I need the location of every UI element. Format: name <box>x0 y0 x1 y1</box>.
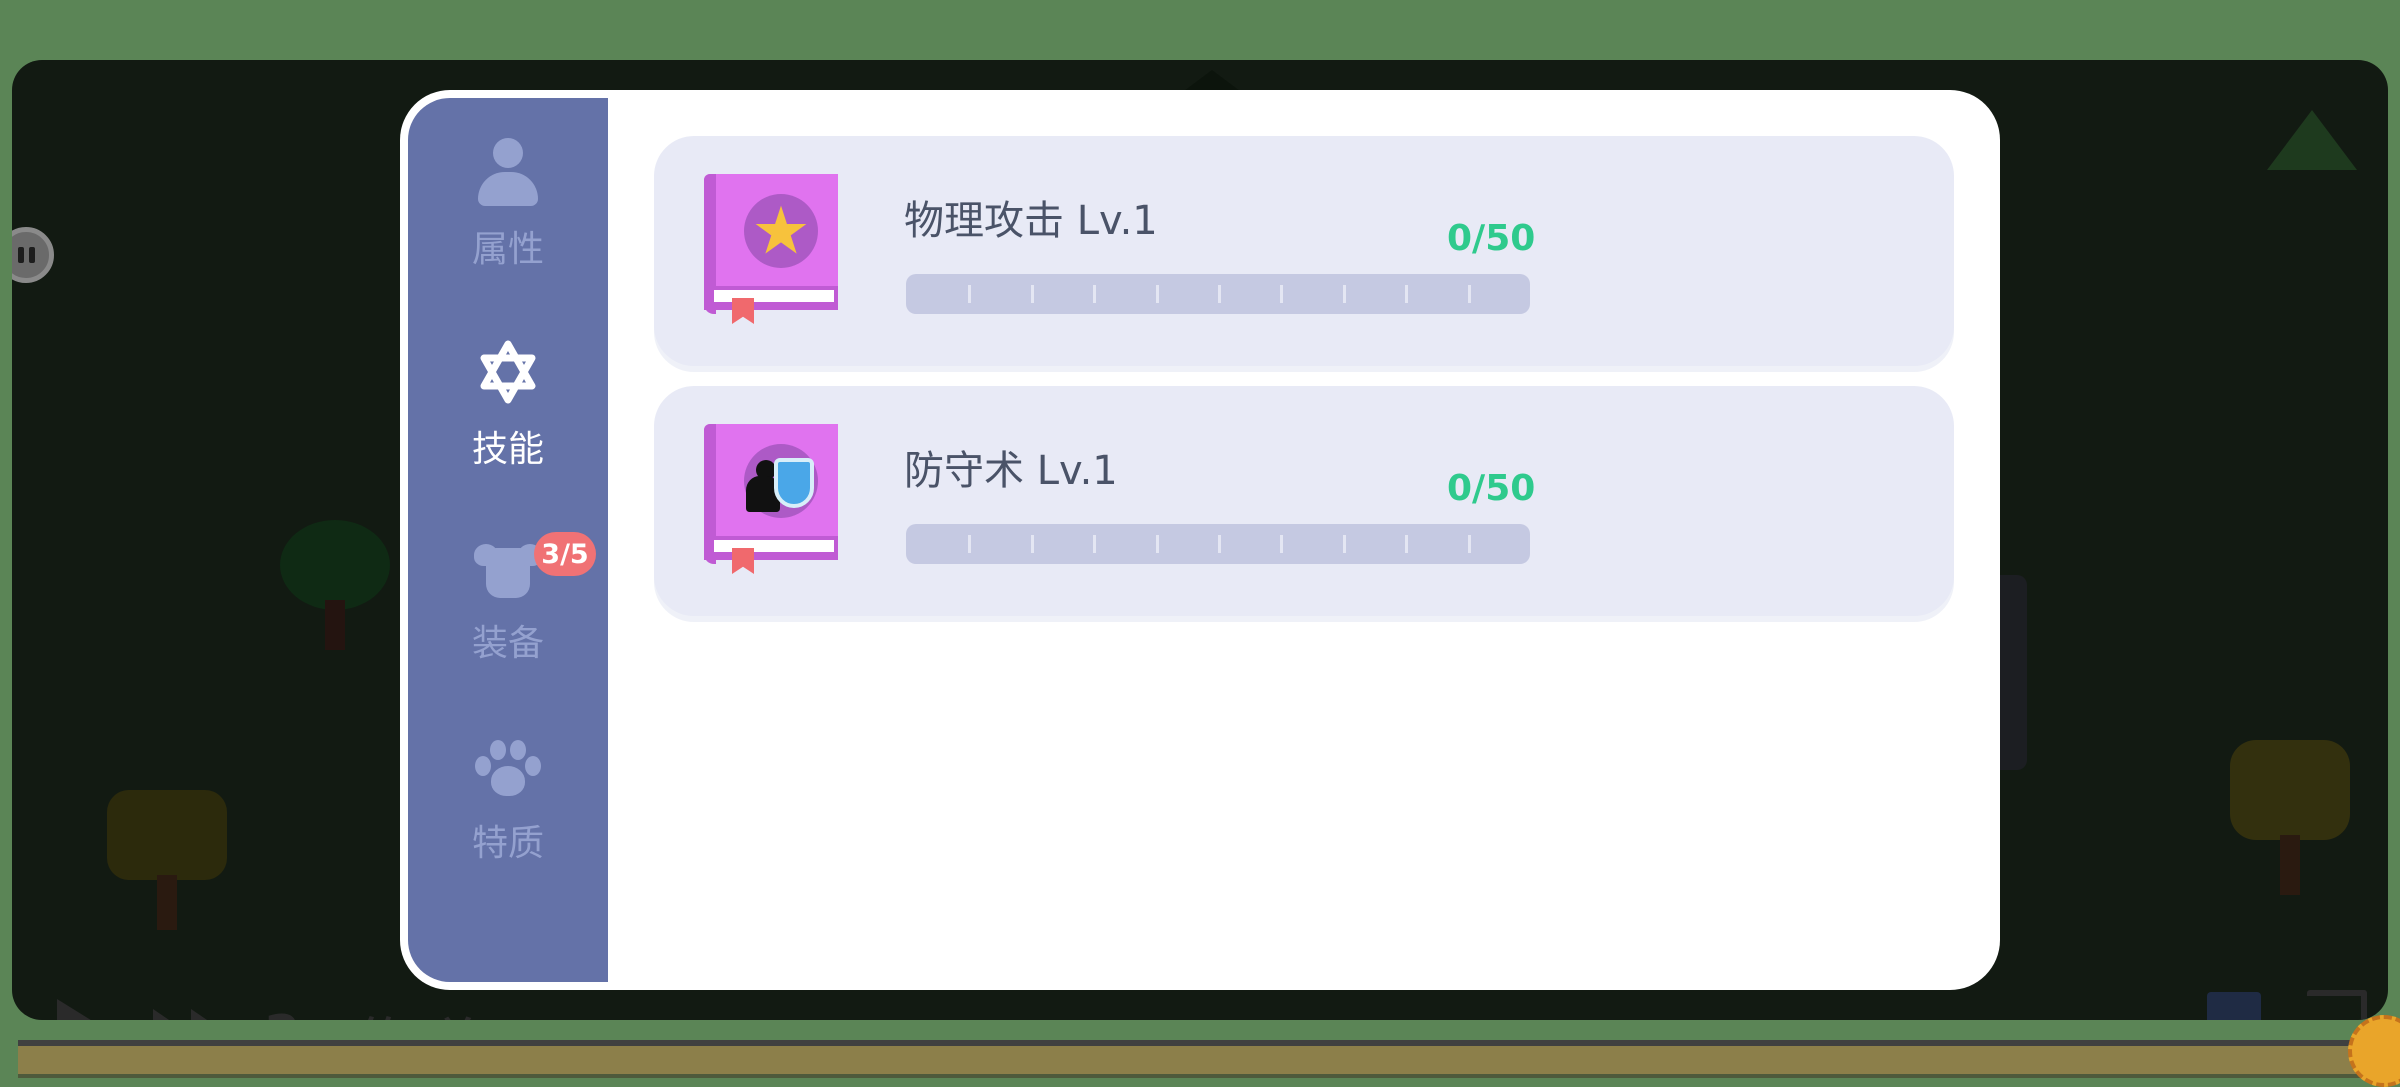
progress-tick <box>1218 285 1221 303</box>
grass-icon <box>2267 110 2357 170</box>
road <box>18 1040 2360 1078</box>
equipment-count-badge: 3/5 <box>534 532 596 576</box>
sidebar-item-attributes[interactable]: 属性 <box>408 138 608 308</box>
progress-tick <box>1030 535 1034 553</box>
progress-tick <box>1342 285 1346 303</box>
progress-tick <box>1280 535 1284 553</box>
progress-tick <box>1467 285 1471 303</box>
progress-tick <box>1405 535 1409 553</box>
bookmark-icon <box>732 298 754 324</box>
book-icon[interactable] <box>2207 992 2261 1020</box>
speed-label: x2 <box>231 1005 301 1020</box>
level-label: 第3关 <box>361 1003 480 1020</box>
armor-icon <box>474 538 542 600</box>
bookmark-icon <box>732 548 754 574</box>
skill-name: 防守术 Lv.1 <box>904 448 1118 494</box>
sidebar-item-skills[interactable]: 技能 <box>408 338 608 508</box>
guard-shield-icon <box>744 444 818 518</box>
sidebar-item-equipment[interactable]: 装备 3/5 <box>408 532 608 708</box>
skill-progress-bar <box>906 524 1530 564</box>
skill-card[interactable]: 物理攻击 Lv.1 0/50 <box>654 136 1954 366</box>
skill-name: 物理攻击 Lv.1 <box>904 198 1158 244</box>
skill-progress-text: 0/50 <box>1447 218 1536 259</box>
sidebar: 属性 技能 装备 3/5 特质 <box>408 98 608 982</box>
progress-tick <box>1218 535 1221 553</box>
skill-progress-bar <box>906 274 1530 314</box>
star-book-icon <box>704 174 838 324</box>
skill-list: 物理攻击 Lv.1 0/50 防守术 Lv.1 0/50 <box>654 136 1954 636</box>
progress-tick <box>1093 535 1097 553</box>
progress-tick <box>1467 535 1471 553</box>
fast-forward-icon <box>153 1009 229 1020</box>
sidebar-item-label: 特质 <box>471 823 544 864</box>
skill-card[interactable]: 防守术 Lv.1 0/50 <box>654 386 1954 616</box>
progress-tick <box>1342 535 1346 553</box>
progress-tick <box>1405 285 1409 303</box>
skill-icon <box>480 340 536 404</box>
bottom-controls: x2 第3关 <box>57 995 479 1020</box>
speed-button[interactable]: x2 <box>153 1005 301 1020</box>
pause-button[interactable] <box>12 227 54 283</box>
progress-tick <box>1030 285 1034 303</box>
progress-tick <box>1155 535 1159 553</box>
skill-progress-text: 0/50 <box>1447 468 1536 509</box>
star-icon <box>755 205 807 254</box>
play-icon[interactable] <box>57 999 115 1020</box>
character-panel: 属性 技能 装备 3/5 特质 物理攻击 Lv.1 0/50 防守术 Lv.1 … <box>400 90 2000 990</box>
sidebar-item-label: 技能 <box>471 429 544 470</box>
sidebar-item-label: 装备 <box>471 623 544 664</box>
progress-tick <box>1280 285 1284 303</box>
progress-tick <box>1155 285 1159 303</box>
exit-icon[interactable] <box>2307 990 2367 1020</box>
progress-tick <box>1093 285 1097 303</box>
progress-tick <box>968 535 972 553</box>
sidebar-item-traits[interactable]: 特质 <box>408 738 608 908</box>
person-icon <box>478 138 538 206</box>
paw-icon <box>475 738 541 800</box>
sidebar-item-label: 属性 <box>471 229 544 270</box>
shield-book-icon <box>704 424 838 574</box>
progress-tick <box>968 285 972 303</box>
